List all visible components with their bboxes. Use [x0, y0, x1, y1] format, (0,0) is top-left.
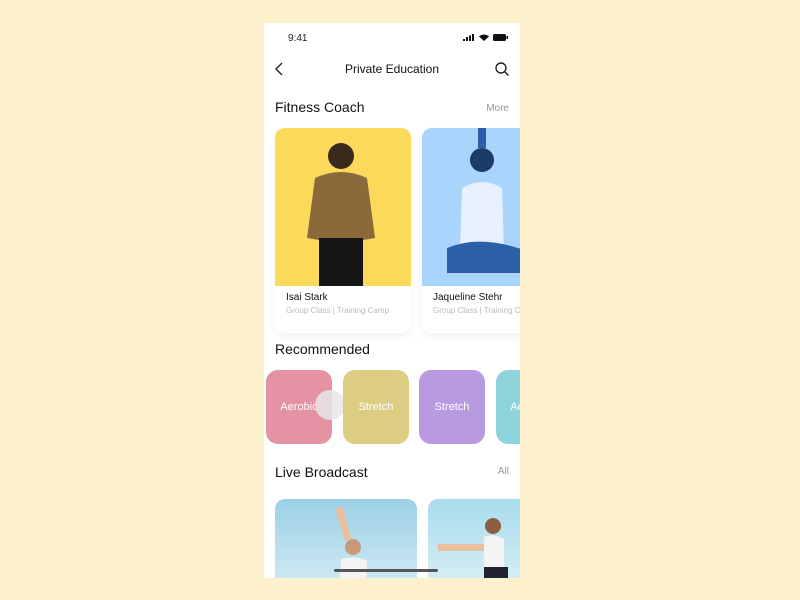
live-broadcast-heading: Live Broadcast — [275, 464, 368, 480]
live-card[interactable] — [275, 499, 417, 578]
all-link[interactable]: All — [498, 466, 509, 477]
coach-name: Isai Stark — [286, 292, 328, 303]
phone-screen: 9:41 Private Education Fitness Coach Mor… — [264, 23, 520, 578]
signal-icon — [463, 34, 474, 41]
page-title: Private Education — [344, 62, 440, 76]
recommended-tile[interactable]: Aerobic — [496, 370, 520, 444]
live-thumbnail — [335, 507, 367, 578]
tile-label: Aerobic — [280, 401, 318, 413]
coach-photo — [275, 128, 411, 286]
home-indicator — [334, 569, 438, 572]
nav-bar: Private Education — [264, 59, 520, 79]
coach-figure — [307, 143, 375, 286]
more-link[interactable]: More — [486, 103, 509, 114]
recommended-tile[interactable]: Stretch — [343, 370, 409, 444]
live-thumbnail — [438, 518, 508, 578]
tile-label: Stretch — [434, 401, 470, 413]
search-icon[interactable] — [494, 61, 510, 77]
recommended-tile[interactable]: Stretch — [419, 370, 485, 444]
battery-icon — [493, 34, 508, 41]
wifi-icon — [479, 34, 489, 41]
live-card[interactable] — [428, 499, 520, 578]
recommended-heading: Recommended — [275, 341, 370, 357]
touch-indicator — [315, 390, 345, 420]
coach-card[interactable]: Jaqueline Stehr Group Class | Training C… — [422, 128, 520, 333]
coach-figure — [447, 128, 520, 273]
coach-photo — [422, 128, 520, 286]
tile-label: Aerobic — [510, 401, 520, 413]
coach-card[interactable]: Isai Stark Group Class | Training Camp — [275, 128, 411, 333]
status-icons — [463, 34, 508, 41]
tile-label: Stretch — [358, 401, 394, 413]
coach-name: Jaqueline Stehr — [433, 292, 503, 303]
coach-classes: Group Class | Training Camp — [433, 306, 520, 315]
fitness-coach-heading: Fitness Coach — [275, 99, 365, 115]
status-time: 9:41 — [288, 33, 308, 44]
coach-classes: Group Class | Training Camp — [286, 306, 390, 315]
